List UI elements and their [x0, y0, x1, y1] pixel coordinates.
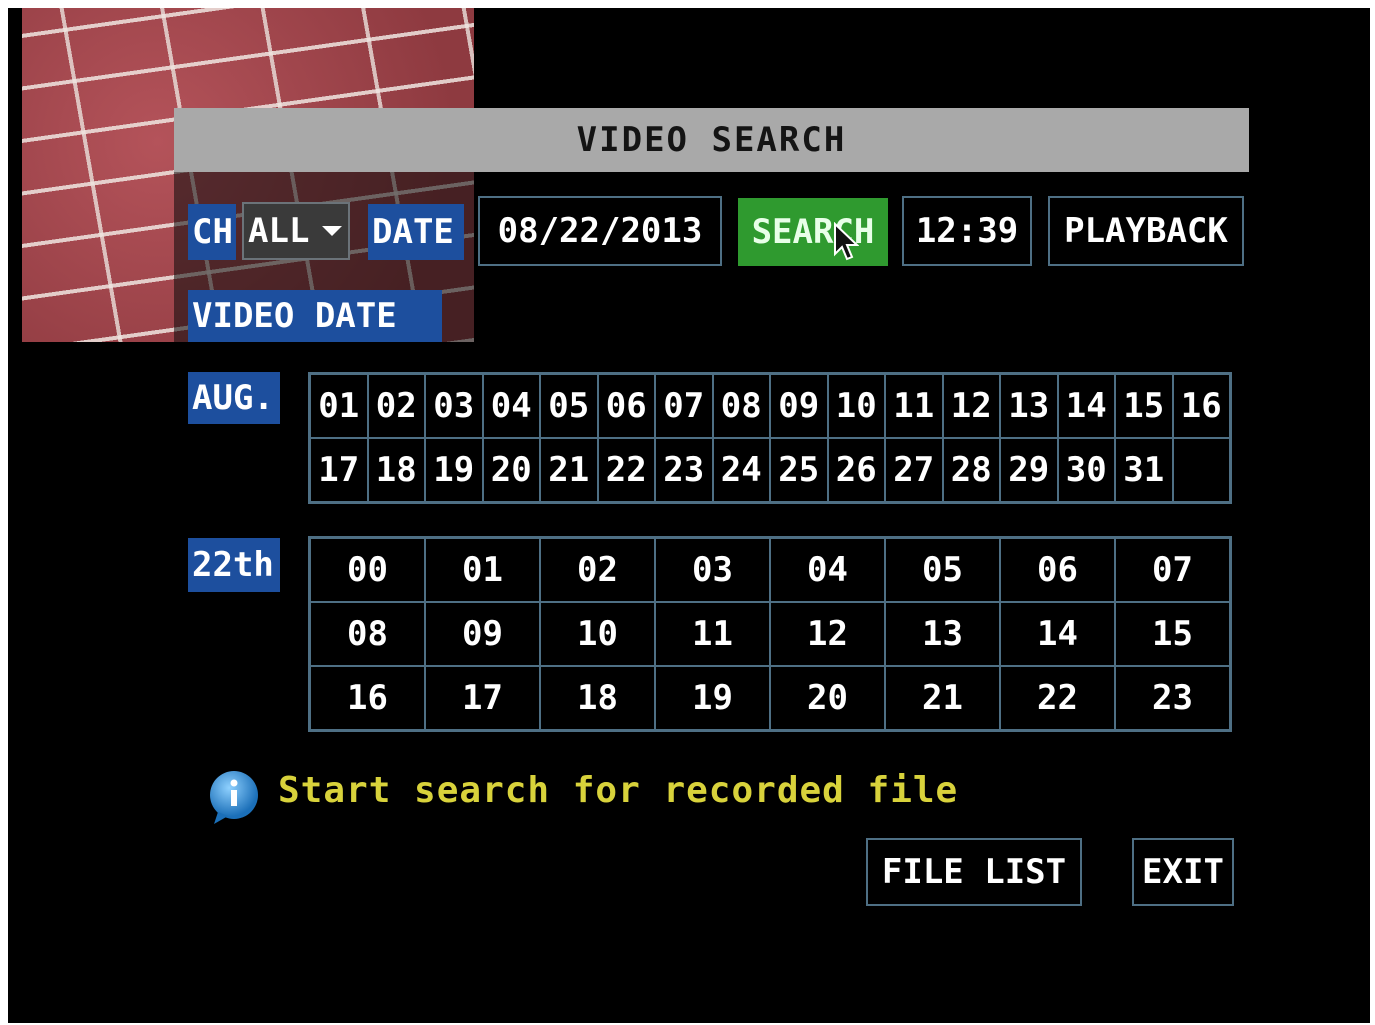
day-cell[interactable]: 04	[482, 374, 540, 438]
day-cell[interactable]: 31	[1115, 438, 1173, 502]
day-cell[interactable]: 14	[1057, 374, 1115, 438]
hour-cell[interactable]: 04	[770, 538, 885, 602]
day-label: 22th	[188, 538, 280, 592]
dvr-screen: VIDEO SEARCH CH ALL DATE 08/22/2013 SEAR…	[8, 8, 1370, 1023]
hour-cell[interactable]: 12	[770, 602, 885, 666]
day-cell[interactable]: 12	[942, 374, 1000, 438]
day-cell[interactable]: 25	[770, 438, 828, 502]
day-cell[interactable]: 02	[367, 374, 425, 438]
hour-cell[interactable]: 03	[655, 538, 770, 602]
dialog-title: VIDEO SEARCH	[174, 108, 1249, 172]
hour-cell[interactable]: 21	[885, 666, 1000, 730]
day-cell[interactable]: 24	[712, 438, 770, 502]
day-cell[interactable]: 26	[827, 438, 885, 502]
day-cell[interactable]: 09	[770, 374, 828, 438]
hour-cell[interactable]: 00	[310, 538, 425, 602]
hour-cell[interactable]: 02	[540, 538, 655, 602]
search-button[interactable]: SEARCH	[738, 198, 888, 266]
hour-cell[interactable]: 10	[540, 602, 655, 666]
day-cell[interactable]: 03	[425, 374, 483, 438]
mouse-pointer-icon	[834, 222, 859, 261]
playback-button[interactable]: PLAYBACK	[1048, 196, 1244, 266]
hour-cell[interactable]: 05	[885, 538, 1000, 602]
hour-cell[interactable]: 01	[425, 538, 540, 602]
chevron-down-icon	[322, 226, 342, 236]
info-bubble-icon	[210, 771, 258, 824]
info-message: Start search for recorded file	[278, 770, 959, 811]
hour-cell[interactable]: 14	[1000, 602, 1115, 666]
channel-label: CH	[188, 204, 236, 260]
day-cell[interactable]: 29	[1000, 438, 1058, 502]
hour-grid: 00 01 02 03 04 05 06 07 08 09 10 11 12 13 14 15 16 17 18 19…	[308, 536, 1232, 732]
hour-cell[interactable]: 13	[885, 602, 1000, 666]
video-date-label: VIDEO DATE	[188, 290, 442, 342]
time-field[interactable]: 12:39	[902, 196, 1032, 266]
day-cell[interactable]: 20	[482, 438, 540, 502]
hour-cell[interactable]: 17	[425, 666, 540, 730]
hour-cell[interactable]: 20	[770, 666, 885, 730]
day-cell[interactable]: 05	[540, 374, 598, 438]
day-cell[interactable]: 17	[310, 438, 368, 502]
month-label: AUG.	[188, 372, 280, 424]
channel-value: ALL	[248, 211, 310, 251]
hour-cell[interactable]: 15	[1115, 602, 1230, 666]
day-cell[interactable]: 06	[597, 374, 655, 438]
day-cell[interactable]: 28	[942, 438, 1000, 502]
day-cell[interactable]: 19	[425, 438, 483, 502]
hour-cell[interactable]: 09	[425, 602, 540, 666]
day-cell[interactable]: 01	[310, 374, 368, 438]
day-cell[interactable]: 08	[712, 374, 770, 438]
channel-select[interactable]: ALL	[242, 202, 350, 260]
day-cell[interactable]: 21	[540, 438, 598, 502]
day-cell[interactable]: 13	[1000, 374, 1058, 438]
hour-cell[interactable]: 08	[310, 602, 425, 666]
date-field[interactable]: 08/22/2013	[478, 196, 722, 266]
hour-cell[interactable]: 22	[1000, 666, 1115, 730]
hour-cell[interactable]: 06	[1000, 538, 1115, 602]
day-calendar-grid: 01 02 03 04 05 06 07 08 09 10 11 12 13 14 15 16 17 18 19 20…	[308, 372, 1232, 504]
day-cell[interactable]: 30	[1057, 438, 1115, 502]
day-cell	[1172, 438, 1230, 502]
hour-cell[interactable]: 07	[1115, 538, 1230, 602]
day-cell[interactable]: 10	[827, 374, 885, 438]
file-list-button[interactable]: FILE LIST	[866, 838, 1082, 906]
day-cell[interactable]: 11	[885, 374, 943, 438]
hour-cell[interactable]: 19	[655, 666, 770, 730]
day-cell[interactable]: 18	[367, 438, 425, 502]
hour-cell[interactable]: 18	[540, 666, 655, 730]
hour-cell[interactable]: 23	[1115, 666, 1230, 730]
exit-button[interactable]: EXIT	[1132, 838, 1234, 906]
date-label: DATE	[368, 204, 464, 260]
day-cell[interactable]: 27	[885, 438, 943, 502]
day-cell[interactable]: 23	[655, 438, 713, 502]
day-cell[interactable]: 22	[597, 438, 655, 502]
day-cell[interactable]: 07	[655, 374, 713, 438]
hour-cell[interactable]: 16	[310, 666, 425, 730]
day-cell[interactable]: 16	[1172, 374, 1230, 438]
hour-cell[interactable]: 11	[655, 602, 770, 666]
day-cell[interactable]: 15	[1115, 374, 1173, 438]
